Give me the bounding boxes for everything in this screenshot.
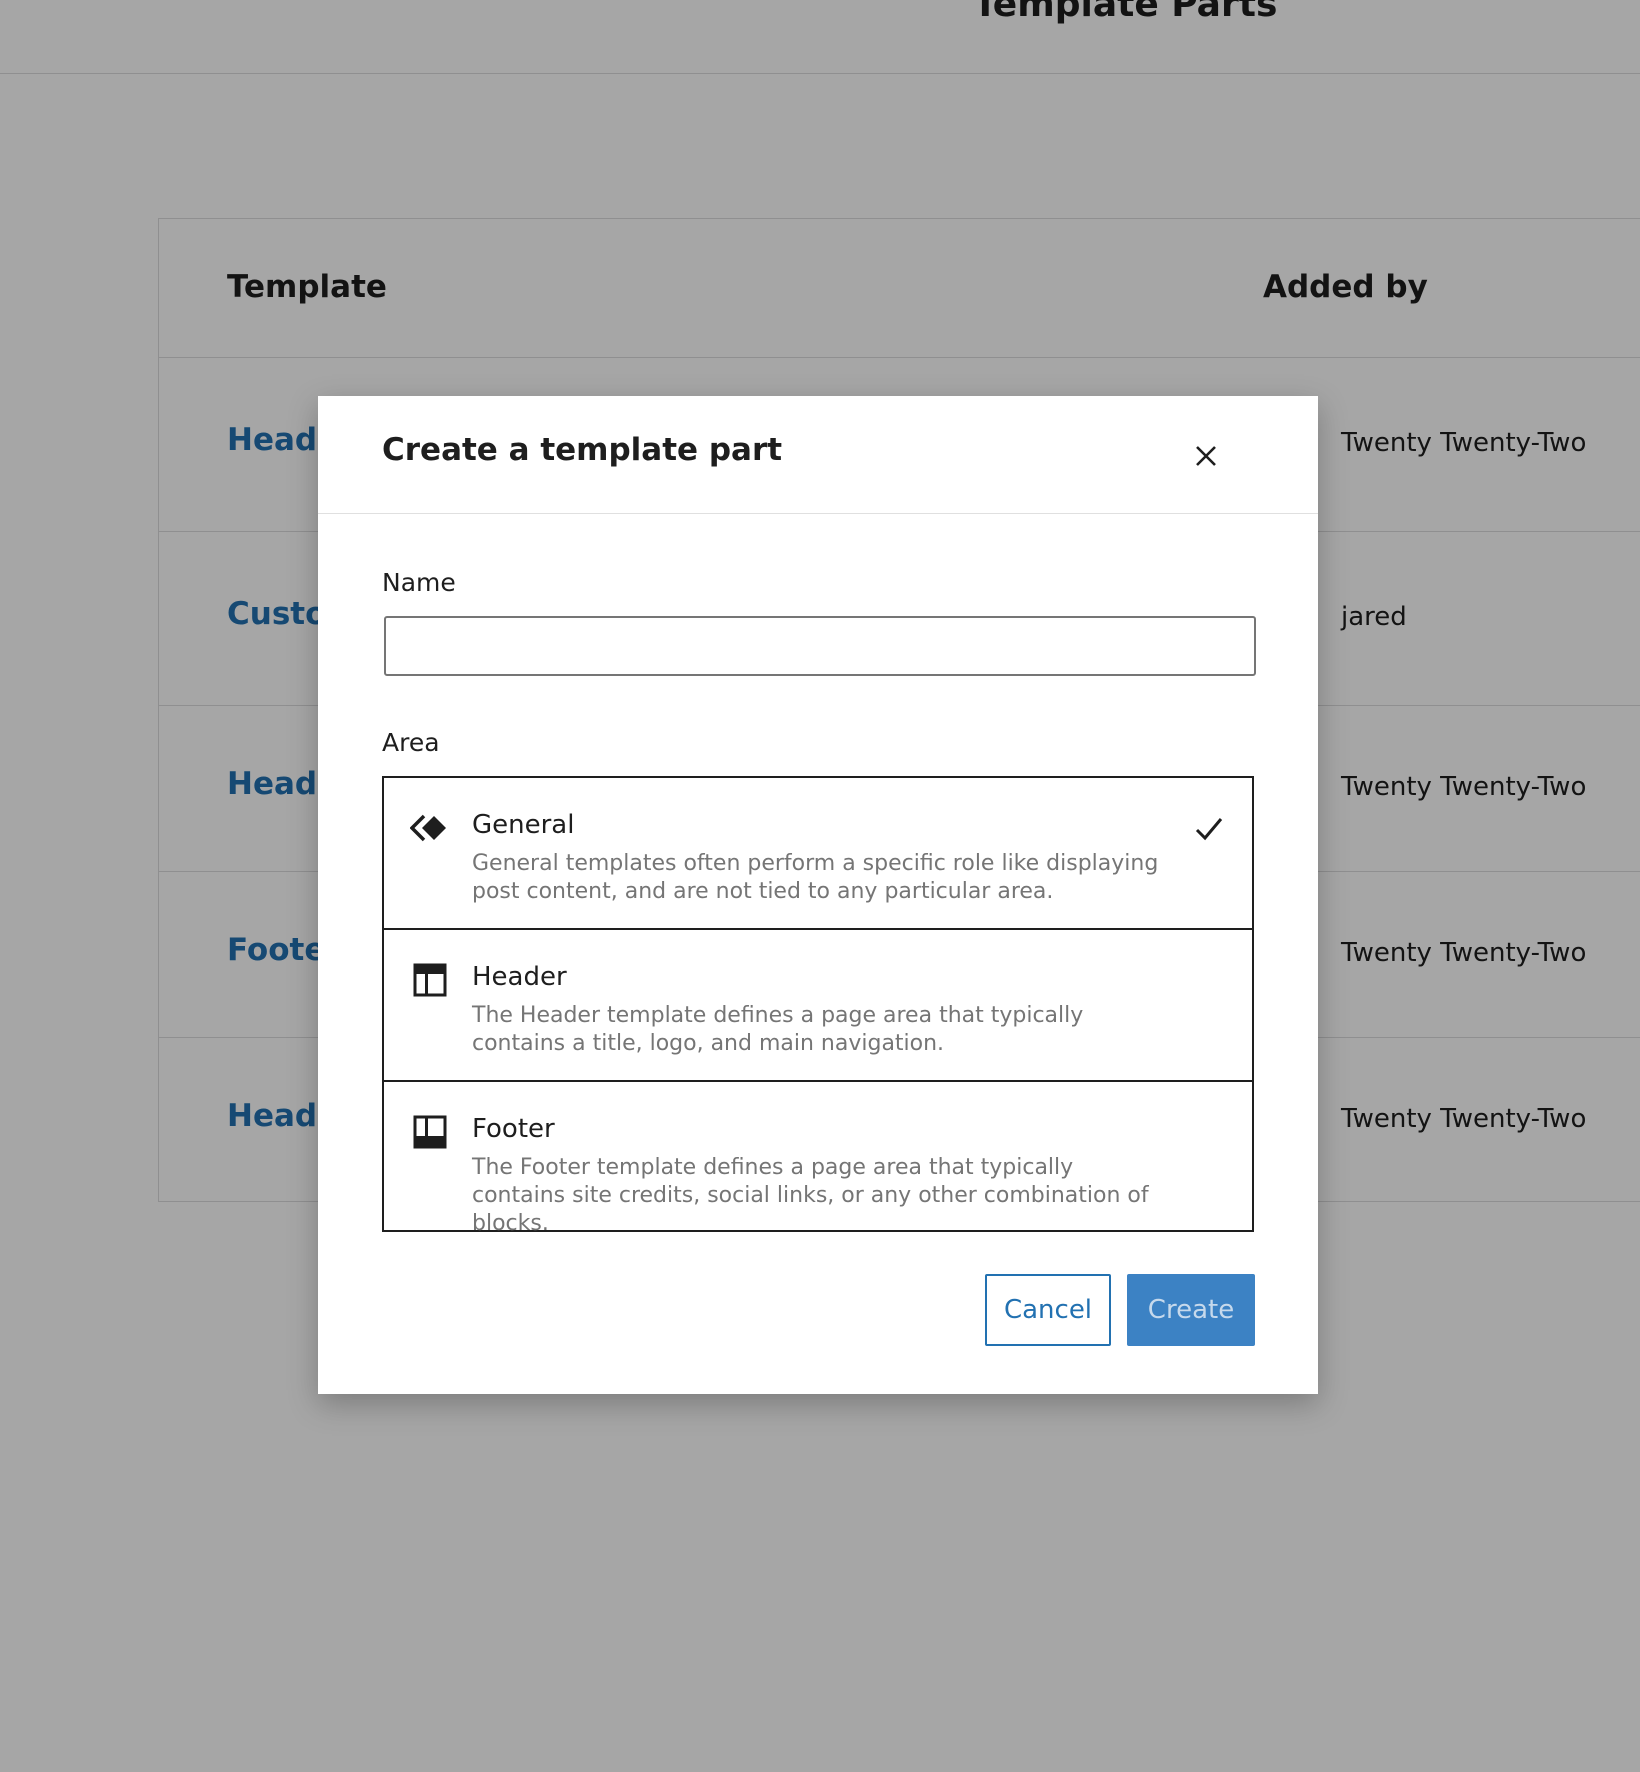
- close-button[interactable]: [1186, 436, 1226, 476]
- area-option-description: The Footer template defines a page area …: [472, 1155, 1149, 1236]
- general-block-icon: [410, 814, 446, 842]
- check-icon: [1195, 818, 1223, 841]
- area-option-description: General templates often perform a specif…: [472, 851, 1159, 904]
- footer-layout-icon: [413, 1115, 447, 1149]
- area-option-header[interactable]: Header The Header template defines a pag…: [384, 928, 1252, 1080]
- area-option-title: Header: [472, 962, 567, 992]
- close-icon: [1196, 446, 1216, 466]
- dialog-header: Create a template part: [318, 396, 1318, 514]
- create-template-part-dialog: Create a template part Name Area General…: [318, 396, 1318, 1394]
- header-layout-icon: [413, 963, 447, 997]
- dialog-title: Create a template part: [382, 432, 783, 468]
- area-option-description: The Header template defines a page area …: [472, 1003, 1084, 1056]
- name-input[interactable]: [384, 616, 1256, 676]
- area-option-general[interactable]: General General templates often perform …: [384, 778, 1252, 928]
- area-option-footer[interactable]: Footer The Footer template defines a pag…: [384, 1080, 1252, 1236]
- name-label: Name: [382, 568, 456, 597]
- cancel-button[interactable]: Cancel: [985, 1274, 1111, 1346]
- area-options: General General templates often perform …: [382, 776, 1254, 1236]
- area-label: Area: [382, 728, 440, 757]
- create-button[interactable]: Create: [1127, 1274, 1255, 1346]
- area-option-title: General: [472, 810, 575, 840]
- area-option-title: Footer: [472, 1114, 555, 1144]
